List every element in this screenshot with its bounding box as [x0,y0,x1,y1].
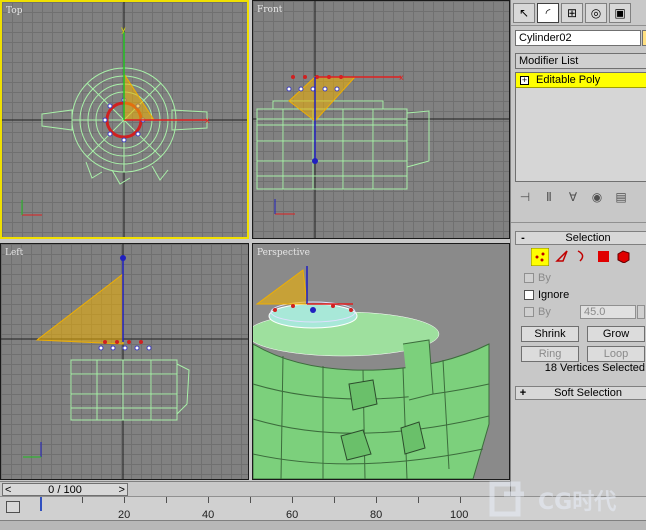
command-panel-tabs: ↖ ◜ ⊞ ◎ ▣ [511,0,646,26]
current-frame-marker [40,497,42,511]
by-vertex-label: By [538,272,551,284]
modifier-list-dropdown[interactable]: Modifier List [515,53,646,69]
angle-spinner[interactable]: 45.0 [580,305,636,319]
selection-rollout-title: Selection [565,232,611,244]
remove-modifier-icon[interactable]: ◉ [587,190,607,204]
by-angle-label: By [538,306,551,318]
viewport-perspective-scene [253,266,490,479]
hierarchy-icon[interactable]: ⊞ [561,3,583,23]
border-mode-icon[interactable] [574,249,588,263]
viewport-left[interactable]: Left [0,243,249,480]
angle-spinner-arrows[interactable] [637,305,645,319]
by-vertex-checkbox[interactable] [524,273,534,283]
soft-selection-rollout-header[interactable]: + Soft Selection [515,386,646,400]
time-slider-thumb[interactable]: < 0 / 100 > [2,483,128,496]
time-slider[interactable]: < 0 / 100 > [0,481,510,496]
object-color-swatch[interactable] [642,30,646,46]
soft-selection-title: Soft Selection [554,387,622,399]
stack-tools: ⊣ Ⅱ ∀ ◉ ▤ [515,188,646,206]
modifier-stack[interactable]: + Editable Poly [515,72,646,182]
ignore-backfacing-checkbox[interactable] [524,290,534,300]
pin-stack-icon[interactable]: ⊣ [515,190,535,204]
command-panel: ↖ ◜ ⊞ ◎ ▣ Cylinder02 Modifier List + Edi… [510,0,646,530]
viewport-front[interactable]: Front x [252,0,510,239]
viewport-front-scene: x [253,1,509,238]
shrink-button[interactable]: Shrink [521,326,579,342]
by-angle-checkbox[interactable] [524,307,534,317]
prev-frame-icon[interactable]: < [5,484,11,496]
make-unique-icon[interactable]: ∀ [563,190,583,204]
stack-item-label: Editable Poly [536,74,601,86]
edge-mode-icon[interactable] [555,249,569,263]
expand-icon[interactable]: + [520,75,529,85]
element-mode-icon[interactable] [616,249,630,263]
watermark-text: CG时代 [538,490,617,515]
vertex-mode-icon[interactable] [531,248,549,266]
stack-item-editable-poly[interactable]: + Editable Poly [516,73,646,88]
track-bar-menu-icon[interactable] [6,501,20,513]
configure-sets-icon[interactable]: ▤ [611,190,631,204]
next-frame-icon[interactable]: > [119,484,125,496]
viewport-left-scene [1,244,248,479]
create-icon[interactable]: ↖ [513,3,535,23]
watermark-logo: CG时代 [478,476,646,522]
watermark-logo-mark [489,481,524,517]
ring-button[interactable]: Ring [521,346,579,362]
loop-button[interactable]: Loop [587,346,645,362]
ignore-backfacing-label: Ignore [538,289,570,301]
modify-icon[interactable]: ◜ [537,3,559,23]
selection-status: 18 Vertices Selected [544,362,645,374]
show-end-result-icon[interactable]: Ⅱ [539,190,559,204]
display-icon[interactable]: ▣ [609,3,631,23]
svg-text:x: x [399,73,404,82]
viewport-top[interactable]: Top x y [0,0,249,239]
selection-rollout-header[interactable]: - Selection [515,231,646,245]
svg-text:x: x [205,116,210,125]
svg-text:y: y [121,25,126,34]
viewport-perspective[interactable]: Perspective [252,243,510,480]
viewport-top-scene: x y [2,2,247,237]
frame-counter: 0 / 100 [48,483,82,496]
grow-button[interactable]: Grow [587,326,645,342]
divider [511,222,646,223]
object-name-field[interactable]: Cylinder02 [515,30,641,46]
polygon-mode-icon[interactable] [596,249,610,263]
motion-icon[interactable]: ◎ [585,3,607,23]
